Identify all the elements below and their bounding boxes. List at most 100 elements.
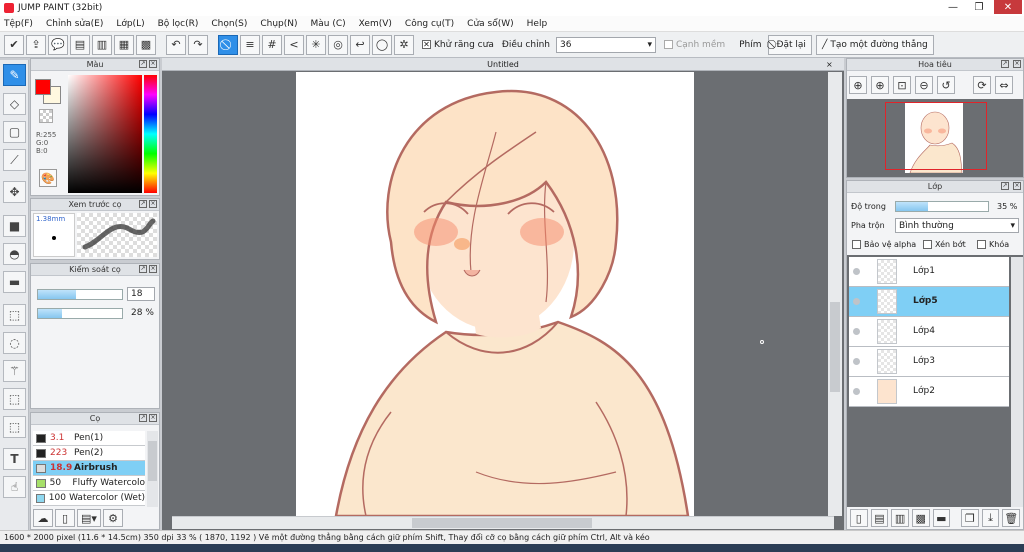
menu-filter[interactable]: Bộ lọc(R) bbox=[158, 19, 199, 29]
document-button[interactable]: ▥ bbox=[92, 34, 112, 55]
close-panel-icon[interactable]: × bbox=[1013, 60, 1021, 68]
ellipse-ruler-button[interactable]: ◯ bbox=[372, 34, 392, 55]
layer-row[interactable]: Lớp1 bbox=[849, 257, 1009, 287]
new-8bit-layer-button[interactable]: ▥ bbox=[891, 509, 909, 527]
close-icon[interactable]: ✕ bbox=[994, 0, 1022, 14]
navigator-preview[interactable] bbox=[847, 99, 1023, 177]
transparent-color-swatch[interactable] bbox=[39, 109, 53, 123]
eraser-tool-button[interactable]: ◇ bbox=[3, 93, 26, 115]
new-folder-button[interactable]: ▬ bbox=[932, 509, 951, 527]
rect-select-tool-button[interactable]: ⬚ bbox=[3, 304, 26, 326]
delete-layer-button[interactable]: 🗑 bbox=[1002, 509, 1020, 527]
protect-alpha-option[interactable]: Bảo vệ alpha bbox=[852, 240, 916, 249]
float-panel-icon[interactable]: ↗ bbox=[1001, 60, 1009, 68]
brush-item-selected[interactable]: 18.9 Airbrush bbox=[33, 461, 145, 476]
foreground-color-swatch[interactable] bbox=[35, 79, 51, 95]
duplicate-layer-button[interactable]: ❐ bbox=[961, 509, 979, 527]
brush-cloud-button[interactable]: ☁ bbox=[33, 509, 53, 527]
brush-settings-button[interactable]: ⚙ bbox=[103, 509, 123, 527]
float-panel-icon[interactable]: ↗ bbox=[139, 200, 147, 208]
page-button[interactable]: ▦ bbox=[114, 34, 134, 55]
lock-checkbox[interactable] bbox=[977, 240, 986, 249]
brush-tool-button[interactable]: ✎ bbox=[3, 64, 26, 86]
bucket-tool-button[interactable]: ◓ bbox=[3, 243, 26, 265]
close-panel-icon[interactable]: × bbox=[149, 200, 157, 208]
canvas-vertical-scrollbar[interactable] bbox=[828, 72, 842, 516]
rotate-reset-button[interactable]: ⟳ bbox=[973, 76, 991, 94]
layer-opacity-slider[interactable] bbox=[895, 201, 989, 212]
brush-opacity-slider[interactable] bbox=[37, 308, 123, 319]
move-tool-button[interactable]: ✥ bbox=[3, 181, 26, 203]
undo-button[interactable]: ↶ bbox=[166, 34, 186, 55]
clip-checkbox[interactable] bbox=[923, 240, 932, 249]
fit-window-button[interactable]: ⊡ bbox=[893, 76, 911, 94]
rotate-left-button[interactable]: ↺ bbox=[937, 76, 955, 94]
brush-item[interactable]: 100 Watercolor (Wet) bbox=[33, 491, 145, 506]
brush-size-input[interactable]: 18 bbox=[127, 287, 155, 301]
clip-option[interactable]: Xén bớt bbox=[923, 240, 966, 249]
select-eraser-tool-button[interactable]: ⬚ bbox=[3, 416, 26, 438]
text-tool-button[interactable]: T bbox=[3, 448, 26, 470]
new-halftone-layer-button[interactable]: ▤ bbox=[870, 509, 889, 527]
close-panel-icon[interactable]: × bbox=[149, 60, 157, 68]
layer-list-scrollbar[interactable] bbox=[1011, 257, 1023, 507]
symmetry-ruler-button[interactable]: ✲ bbox=[394, 34, 414, 55]
lock-option[interactable]: Khóa bbox=[977, 240, 1009, 249]
reset-button[interactable]: ⃠ Đặt lại bbox=[767, 34, 812, 55]
straight-line-button[interactable]: ╱ Tạo một đường thẳng bbox=[815, 34, 934, 55]
menu-edit[interactable]: Chỉnh sửa(E) bbox=[46, 19, 103, 29]
drawing-canvas[interactable] bbox=[296, 72, 694, 516]
visibility-icon[interactable] bbox=[853, 358, 860, 365]
redo-button[interactable]: ↷ bbox=[188, 34, 208, 55]
hand-tool-button[interactable]: ☝ bbox=[3, 476, 26, 498]
palette-button[interactable]: 🎨 bbox=[39, 169, 57, 187]
zoom-fit-button[interactable]: ⊕ bbox=[849, 76, 867, 94]
minimize-icon[interactable]: — bbox=[940, 0, 966, 14]
antialias-option[interactable]: ✕ Khử răng cưa bbox=[422, 40, 494, 50]
antialias-checkbox[interactable]: ✕ bbox=[422, 40, 431, 49]
check-tool-button[interactable]: ✔ bbox=[4, 34, 24, 55]
brush-item[interactable]: 3.1 Pen(1) bbox=[33, 431, 145, 446]
visibility-icon[interactable] bbox=[853, 298, 860, 305]
fill-rect-tool-button[interactable]: ■ bbox=[3, 215, 26, 237]
close-panel-icon[interactable]: × bbox=[149, 265, 157, 273]
canvas-close-icon[interactable]: × bbox=[826, 60, 836, 70]
float-panel-icon[interactable]: ↗ bbox=[139, 60, 147, 68]
layer-row[interactable]: Lớp4 bbox=[849, 317, 1009, 347]
blend-mode-select[interactable]: Bình thường ▾ bbox=[895, 218, 1019, 233]
soft-edge-option[interactable]: Cạnh mềm bbox=[663, 40, 725, 50]
brush-item[interactable]: 223 Pen(2) bbox=[33, 446, 145, 461]
menu-view[interactable]: Xem(V) bbox=[359, 19, 392, 29]
brush-size-slider[interactable] bbox=[37, 289, 123, 300]
menu-color[interactable]: Màu (C) bbox=[311, 19, 346, 29]
maximize-icon[interactable]: ❐ bbox=[966, 0, 992, 14]
adjust-select[interactable]: 36 ▾ bbox=[555, 36, 656, 53]
menu-layer[interactable]: Lớp(L) bbox=[116, 19, 144, 29]
menu-tools[interactable]: Công cụ(T) bbox=[405, 19, 454, 29]
brush-item[interactable]: 50 Fluffy Watercolor bbox=[33, 476, 145, 491]
float-panel-icon[interactable]: ↗ bbox=[139, 414, 147, 422]
concentric-ruler-button[interactable]: ◎ bbox=[328, 34, 348, 55]
brush-menu-button[interactable]: ▤▾ bbox=[77, 509, 101, 527]
no-ruler-button[interactable]: ⃠ bbox=[218, 34, 238, 55]
new-layer-button[interactable]: ▯ bbox=[850, 509, 868, 527]
menu-select[interactable]: Chọn(S) bbox=[211, 19, 247, 29]
select-pen-tool-button[interactable]: ⬚ bbox=[3, 388, 26, 410]
float-panel-icon[interactable]: ↗ bbox=[1001, 182, 1009, 190]
layer-row[interactable]: Lớp2 bbox=[849, 377, 1009, 407]
flip-button[interactable]: ⇔ bbox=[995, 76, 1013, 94]
zoom-out-button[interactable]: ⊖ bbox=[915, 76, 933, 94]
visibility-icon[interactable] bbox=[853, 268, 860, 275]
new-screentone-layer-button[interactable]: ▩ bbox=[911, 509, 930, 527]
menu-help[interactable]: Help bbox=[527, 19, 548, 29]
parallel-ruler-button[interactable]: ≡ bbox=[240, 34, 260, 55]
navigator-viewport-frame[interactable] bbox=[885, 102, 987, 170]
menu-capture[interactable]: Chụp(N) bbox=[260, 19, 297, 29]
speech-button[interactable]: 💬 bbox=[48, 34, 68, 55]
layer-row-selected[interactable]: Lớp5 bbox=[849, 287, 1009, 317]
float-panel-icon[interactable]: ↗ bbox=[139, 265, 147, 273]
new-brush-button[interactable]: ▯ bbox=[55, 509, 75, 527]
saturation-value-picker[interactable] bbox=[68, 75, 142, 193]
magic-wand-tool-button[interactable]: ⚚ bbox=[3, 360, 26, 382]
zoom-in-button[interactable]: ⊕ bbox=[871, 76, 889, 94]
